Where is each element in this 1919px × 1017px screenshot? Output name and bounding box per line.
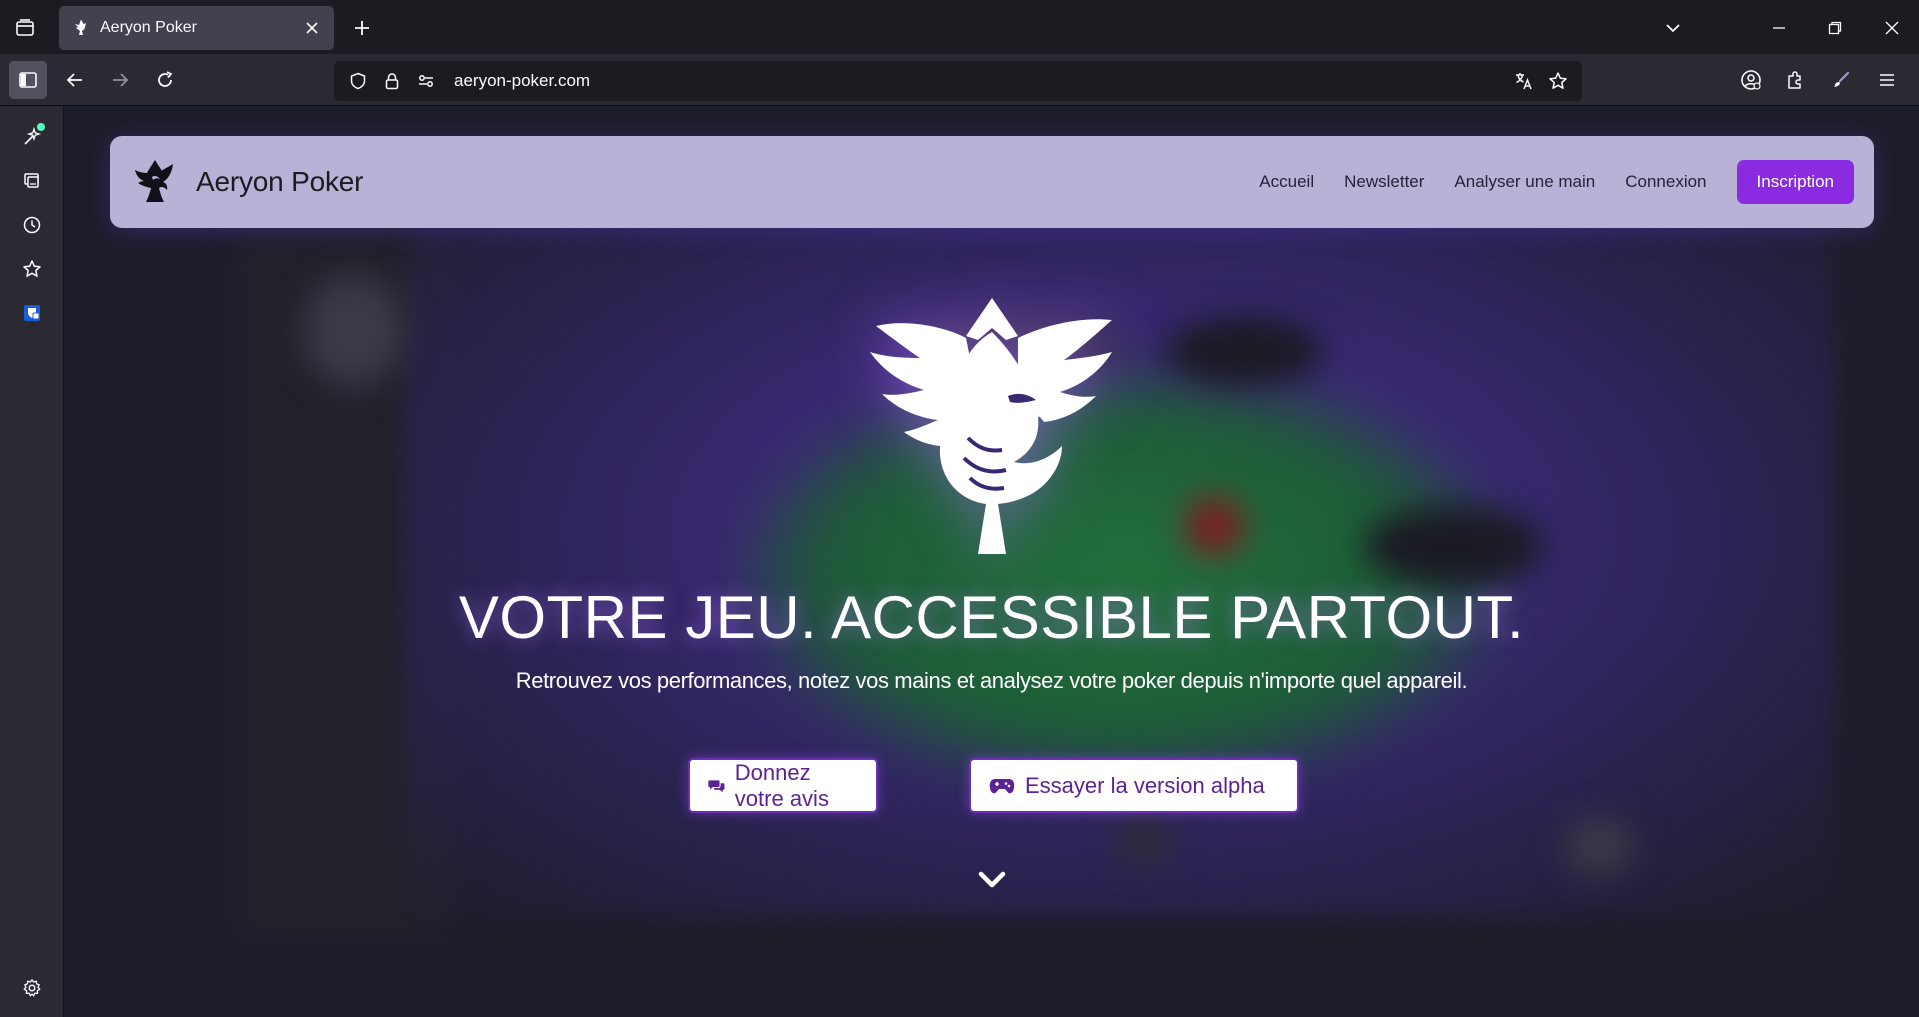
scroll-down-chevron-icon[interactable]	[975, 863, 1009, 897]
lock-icon[interactable]	[376, 65, 408, 97]
nav-link-connexion[interactable]: Connexion	[1625, 172, 1706, 192]
site-favicon-icon	[71, 18, 91, 38]
try-alpha-button[interactable]: Essayer la version alpha	[969, 758, 1299, 813]
restore-button[interactable]	[1819, 12, 1851, 44]
account-button[interactable]	[1732, 61, 1770, 99]
feedback-button-label: Donnez votre avis	[734, 759, 829, 811]
navigation-toolbar: aeryon-poker.com	[0, 54, 1919, 106]
hero-emblem-icon	[868, 298, 1116, 554]
brand-name: Aeryon Poker	[196, 166, 364, 197]
bookmark-star-icon[interactable]	[1542, 65, 1574, 97]
url-bar[interactable]: aeryon-poker.com	[334, 61, 1582, 101]
tab-title: Aeryon Poker	[100, 19, 197, 36]
synced-tabs-icon[interactable]	[16, 165, 48, 197]
signup-button[interactable]: Inscription	[1736, 160, 1854, 204]
tab-strip: Aeryon Poker	[0, 0, 1919, 54]
app-menu-button[interactable]	[1868, 61, 1906, 99]
sidebar-toggle-button[interactable]	[9, 61, 47, 99]
nav-link-accueil[interactable]: Accueil	[1259, 172, 1314, 192]
nav-link-newsletter[interactable]: Newsletter	[1344, 172, 1424, 192]
permissions-icon[interactable]	[410, 65, 442, 97]
notification-dot	[37, 123, 45, 131]
back-button[interactable]	[56, 61, 94, 99]
site-header: Aeryon Poker Accueil Newsletter Analyser…	[110, 136, 1874, 228]
customize-button[interactable]	[1822, 61, 1860, 99]
hero-title: VOTRE JEU. ACCESSIBLE PARTOUT.	[458, 584, 1525, 651]
new-tab-button[interactable]	[347, 13, 377, 43]
settings-icon[interactable]	[16, 972, 48, 1004]
forward-button[interactable]	[101, 61, 139, 99]
gamepad-icon	[989, 778, 1015, 793]
tab-aeryon-poker[interactable]: Aeryon Poker	[59, 6, 334, 50]
list-all-tabs-button[interactable]	[1658, 13, 1688, 43]
feedback-button[interactable]: Donnez votre avis	[688, 758, 878, 813]
browser-sidebar	[0, 106, 64, 1017]
bitwarden-icon[interactable]	[16, 297, 48, 329]
aeryon-logo-icon	[130, 157, 180, 207]
shield-icon[interactable]	[342, 65, 374, 97]
ai-chat-icon[interactable]	[16, 121, 48, 153]
reload-button[interactable]	[146, 61, 184, 99]
url-text[interactable]: aeryon-poker.com	[454, 71, 1508, 91]
comments-icon	[708, 779, 725, 792]
extensions-button[interactable]	[1776, 61, 1814, 99]
nav-link-analyser[interactable]: Analyser une main	[1454, 172, 1595, 192]
firefox-view-icon[interactable]	[10, 14, 40, 42]
try-alpha-button-label: Essayer la version alpha	[1025, 772, 1265, 798]
bookmarks-icon[interactable]	[16, 253, 48, 285]
close-window-button[interactable]	[1876, 12, 1908, 44]
page-viewport: Aeryon Poker Accueil Newsletter Analyser…	[64, 106, 1919, 1017]
tab-close-icon[interactable]	[302, 18, 322, 38]
site-nav: Accueil Newsletter Analyser une main Con…	[1229, 160, 1854, 204]
minimize-button[interactable]	[1763, 12, 1795, 44]
brand[interactable]: Aeryon Poker	[130, 157, 363, 207]
history-icon[interactable]	[16, 209, 48, 241]
translate-icon[interactable]	[1508, 65, 1540, 97]
hero-subtitle: Retrouvez vos performances, notez vos ma…	[515, 668, 1468, 693]
